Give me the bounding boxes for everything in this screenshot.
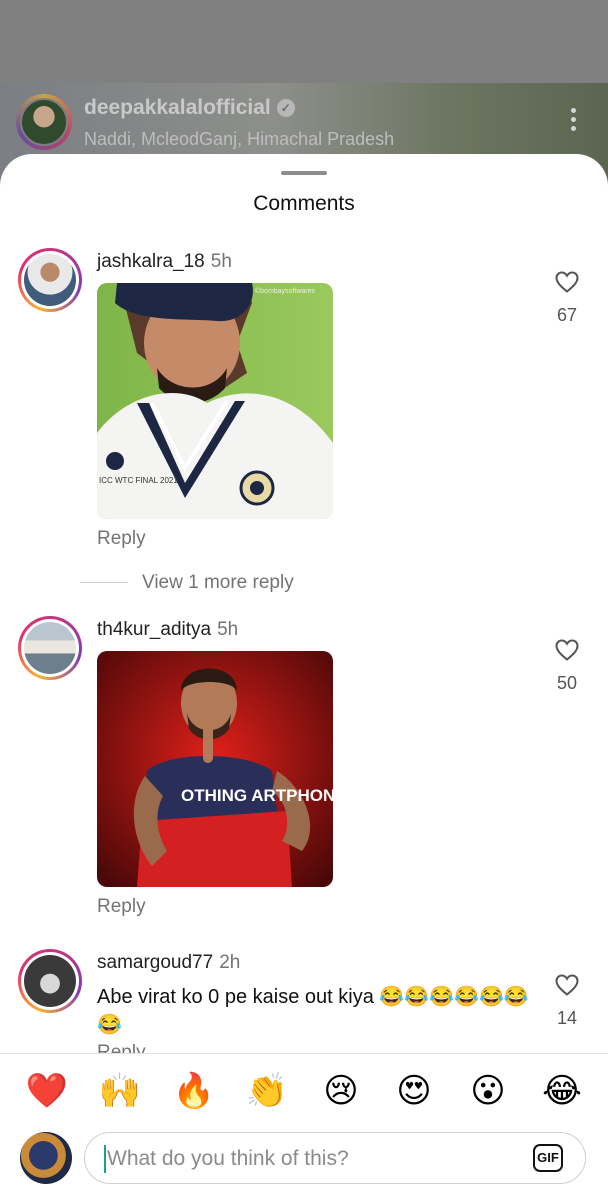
- comment-username[interactable]: jashkalra_18 5h: [97, 251, 232, 273]
- heart-outline-icon: [555, 271, 579, 293]
- quick-reactions-row: ❤️ 🙌 🔥 👏 😢 😍 😮 😂: [0, 1066, 608, 1116]
- comment-text: Abe virat ko 0 pe kaise out kiya 😂😂😂😂😂😂😂: [97, 986, 529, 1036]
- status-area: [0, 0, 608, 83]
- gif-jersey-text: ICC WTC FINAL 2021: [99, 476, 178, 485]
- comment-gif-image[interactable]: OTHING ARTPHONE: [97, 651, 333, 887]
- like-count: 67: [556, 305, 578, 325]
- comment-input[interactable]: [105, 1143, 509, 1175]
- comment-username[interactable]: samargoud77 2h: [97, 952, 240, 974]
- like-count: 50: [556, 673, 578, 693]
- reaction-heart-button[interactable]: ❤️: [22, 1066, 72, 1116]
- commenter-avatar[interactable]: [18, 248, 82, 312]
- comments-sheet: Comments jashkalra_18 5h ICC WTC FINAL 2…: [0, 154, 608, 1200]
- reaction-surprised-button[interactable]: 😮: [463, 1066, 513, 1116]
- view-more-replies-button[interactable]: View 1 more reply: [80, 572, 294, 594]
- reaction-laughing-button[interactable]: 😂: [537, 1066, 587, 1116]
- like-button[interactable]: 50: [546, 639, 588, 694]
- post-location[interactable]: Naddi, McleodGanj, Himachal Pradesh: [84, 129, 394, 150]
- reaction-heart-eyes-button[interactable]: 😍: [389, 1066, 439, 1116]
- gif-jersey-text: OTHING ARTPHONE: [181, 786, 333, 805]
- heart-outline-icon: [555, 639, 579, 661]
- composer-bar: ❤️ 🙌 🔥 👏 😢 😍 😮 😂 GIF: [0, 1053, 608, 1201]
- like-count: 14: [556, 1008, 578, 1028]
- more-options-icon[interactable]: [571, 108, 577, 135]
- reply-button[interactable]: Reply: [97, 896, 146, 918]
- sheet-title: Comments: [253, 192, 355, 215]
- reaction-raised-hands-button[interactable]: 🙌: [95, 1066, 145, 1116]
- verified-badge-icon: ✓: [276, 99, 295, 118]
- post-author-username[interactable]: deepakkalalofficial ✓: [84, 96, 295, 120]
- heart-outline-icon: [555, 974, 579, 996]
- reaction-crying-button[interactable]: 😢: [316, 1066, 366, 1116]
- comment-timestamp: 5h: [210, 251, 232, 272]
- commenter-avatar[interactable]: [18, 616, 82, 680]
- comment-input-wrapper[interactable]: GIF: [84, 1132, 586, 1184]
- divider-line: [80, 582, 128, 584]
- post-author-avatar[interactable]: [16, 94, 72, 150]
- reaction-clap-button[interactable]: 👏: [242, 1066, 292, 1116]
- gif-button[interactable]: GIF: [533, 1144, 563, 1172]
- reply-button[interactable]: Reply: [97, 528, 146, 550]
- like-button[interactable]: 14: [546, 974, 588, 1029]
- comment-username[interactable]: th4kur_aditya 5h: [97, 619, 238, 641]
- comment-timestamp: 5h: [217, 619, 239, 640]
- like-button[interactable]: 67: [546, 271, 588, 326]
- commenter-avatar[interactable]: [18, 949, 82, 1013]
- current-user-avatar: [20, 1132, 72, 1184]
- comment-gif-image[interactable]: ICC WTC FINAL 2021 ©bombaysoftwares: [97, 283, 333, 519]
- sheet-drag-handle[interactable]: [281, 171, 327, 175]
- reaction-fire-button[interactable]: 🔥: [169, 1066, 219, 1116]
- comment-timestamp: 2h: [219, 952, 241, 973]
- gif-watermark: ©bombaysoftwares: [255, 287, 316, 295]
